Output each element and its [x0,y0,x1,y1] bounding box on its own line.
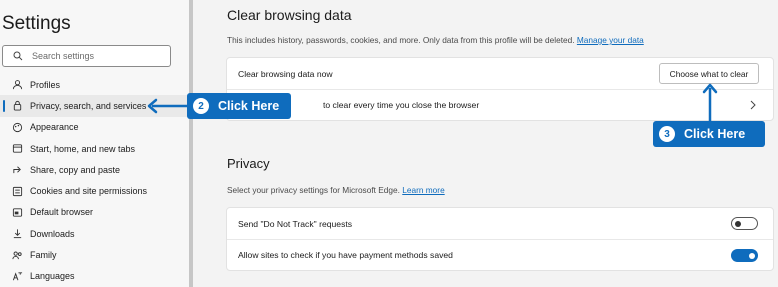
download-icon [11,228,23,240]
do-not-track-label: Send "Do Not Track" requests [238,218,353,229]
sidebar-item-label: Start, home, and new tabs [30,143,136,154]
sidebar-item-downloads[interactable]: Downloads [0,223,189,244]
languages-icon [11,270,23,282]
clear-on-close-row[interactable]: to clear every time you close the browse… [227,89,773,120]
sidebar-item-label: Profiles [30,79,61,90]
home-tabs-icon [11,143,23,155]
callout-2: 2 Click Here [187,93,291,119]
browser-icon [11,206,23,218]
sidebar-item-default-browser[interactable]: Default browser [0,202,189,223]
privacy-desc-text: Select your privacy settings for Microso… [227,185,400,195]
sidebar-item-label: Downloads [30,228,75,239]
search-placeholder: Search settings [32,51,95,61]
sidebar-item-label: Default browser [30,207,94,218]
profile-icon [11,79,23,91]
settings-sidebar: Settings Search settings Profiles Privac… [0,0,189,287]
search-icon [13,51,23,61]
sidebar-item-label: Cookies and site permissions [30,186,148,197]
sidebar-item-appearance[interactable]: Appearance [0,117,189,138]
do-not-track-row: Send "Do Not Track" requests [227,208,773,239]
cookies-icon [11,185,23,197]
payment-methods-toggle[interactable] [731,249,758,262]
sidebar-item-share[interactable]: Share, copy and paste [0,159,189,180]
clear-now-label: Clear browsing data now [238,68,333,79]
settings-title: Settings [2,13,71,34]
callout-3-text: Click Here [684,127,746,141]
callout-2-arrow [147,98,190,114]
do-not-track-toggle[interactable] [731,217,758,230]
callout-2-text: Click Here [218,99,280,113]
callout-3: 3 Click Here [653,121,765,147]
callout-3-number: 3 [659,126,675,142]
manage-data-link[interactable]: Manage your data [577,35,644,45]
family-icon [11,249,23,261]
choose-what-to-clear-button[interactable]: Choose what to clear [659,63,759,84]
clear-desc-text: This includes history, passwords, cookie… [227,35,575,45]
lock-icon [11,100,23,112]
sidebar-item-label: Appearance [30,122,79,133]
privacy-description: Select your privacy settings for Microso… [227,185,445,195]
share-icon [11,164,23,176]
chevron-right-icon [750,100,756,110]
clear-now-row: Clear browsing data now Choose what to c… [227,58,773,89]
sidebar-item-family[interactable]: Family [0,244,189,265]
sidebar-item-label: Share, copy and paste [30,164,121,175]
payment-methods-row: Allow sites to check if you have payment… [227,239,773,270]
sidebar-item-languages[interactable]: Languages [0,266,189,287]
sidebar-item-label: Privacy, search, and services [30,100,147,111]
privacy-card: Send "Do Not Track" requests Allow sites… [226,207,774,271]
sidebar-item-profiles[interactable]: Profiles [0,74,189,95]
privacy-heading: Privacy [227,156,270,171]
sidebar-item-cookies[interactable]: Cookies and site permissions [0,180,189,201]
search-input[interactable]: Search settings [2,45,171,67]
clear-browsing-heading: Clear browsing data [227,7,352,23]
clear-browsing-card: Clear browsing data now Choose what to c… [226,57,774,121]
sidebar-item-label: Languages [30,271,75,282]
payment-methods-label: Allow sites to check if you have payment… [238,250,453,260]
clear-on-close-label: to clear every time you close the browse… [323,100,480,110]
sidebar-item-start-home[interactable]: Start, home, and new tabs [0,138,189,159]
callout-3-arrow [702,83,718,122]
callout-2-number: 2 [193,98,209,114]
clear-browsing-description: This includes history, passwords, cookie… [227,35,644,45]
appearance-icon [11,121,23,133]
learn-more-link[interactable]: Learn more [402,185,444,195]
sidebar-item-label: Family [30,250,57,261]
